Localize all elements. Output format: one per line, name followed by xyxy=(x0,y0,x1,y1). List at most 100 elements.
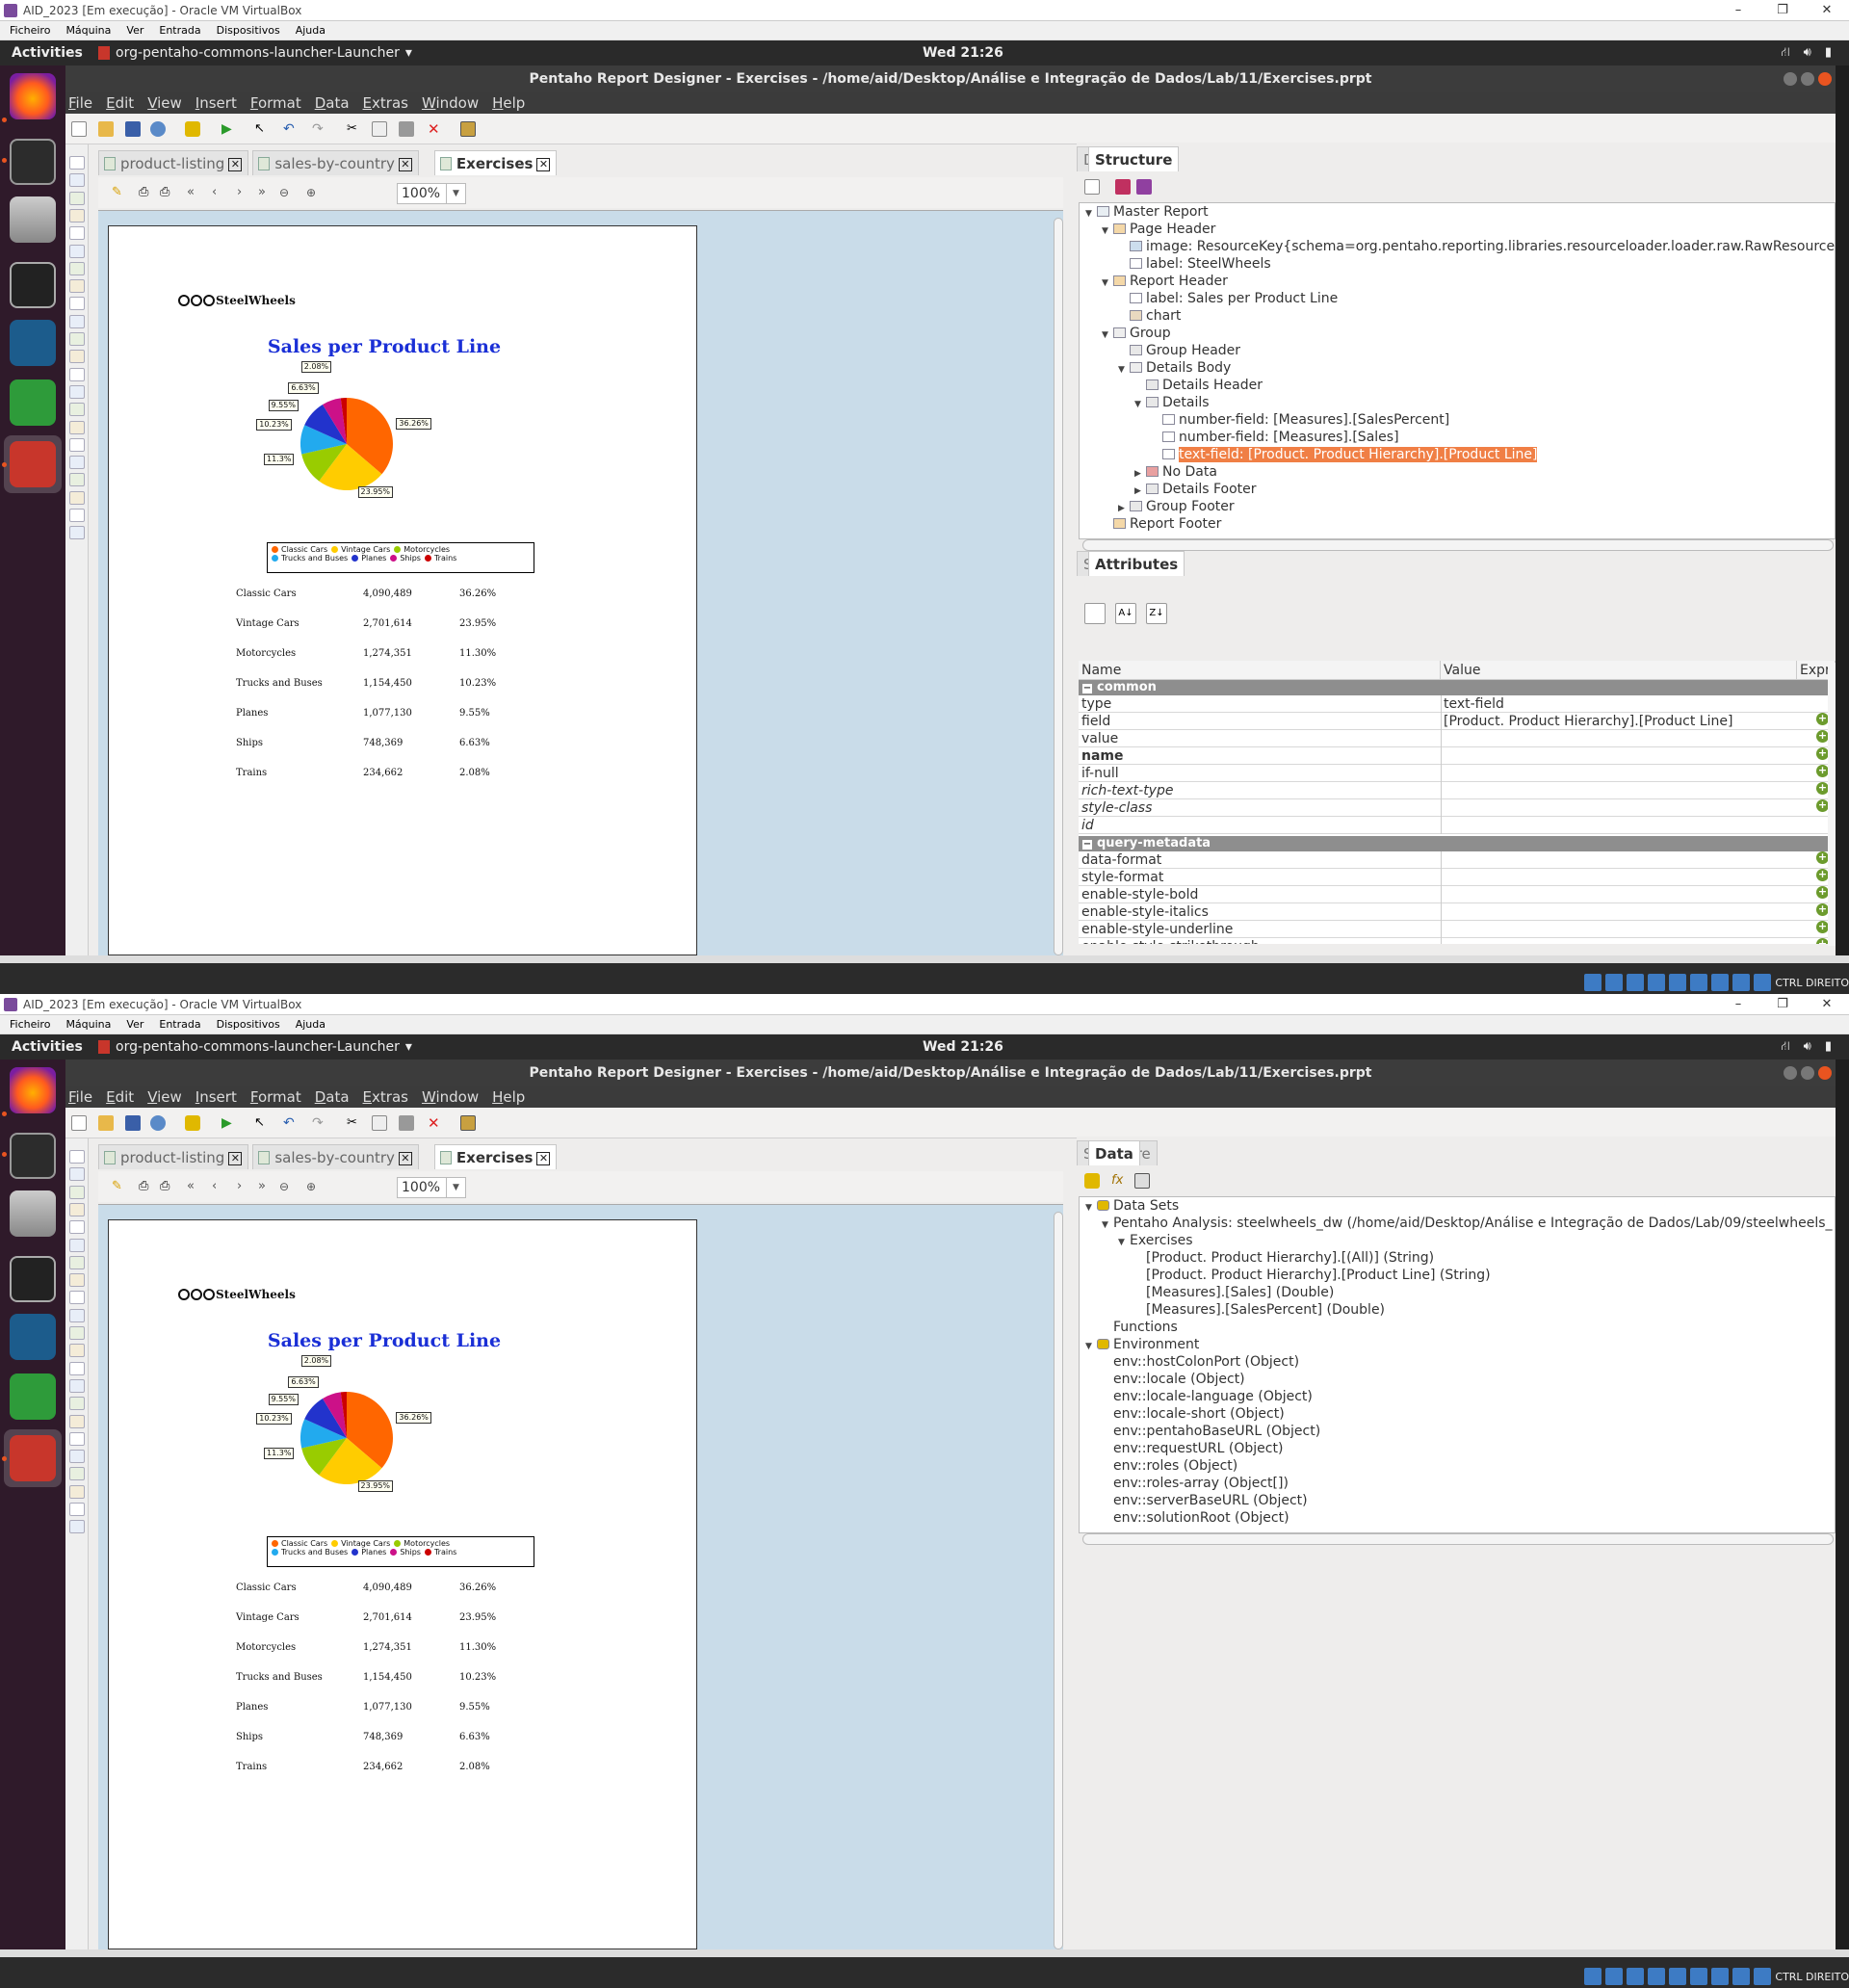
close-tab-icon[interactable]: ✕ xyxy=(228,1151,243,1165)
resource-label-icon[interactable] xyxy=(69,244,85,258)
message-field-icon[interactable] xyxy=(69,1220,85,1235)
rectangle-icon[interactable] xyxy=(69,1326,85,1340)
subreport-icon[interactable] xyxy=(69,1450,85,1464)
tree-node[interactable]: env::roles (Object) xyxy=(1102,1457,1237,1475)
tree-horizontal-scrollbar[interactable] xyxy=(1082,1533,1834,1545)
select-icon[interactable]: ↖ xyxy=(254,121,270,137)
chart-icon[interactable] xyxy=(69,403,85,417)
survey-scale-icon[interactable] xyxy=(69,384,85,399)
recording-icon[interactable] xyxy=(1711,1968,1730,1985)
index-icon[interactable] xyxy=(69,1484,85,1499)
attribute-value[interactable] xyxy=(1441,730,1444,747)
tree-node[interactable]: Report Footer xyxy=(1102,515,1221,533)
expander-icon[interactable]: ▼ xyxy=(1102,1216,1113,1234)
optical-drive-icon[interactable] xyxy=(1605,974,1624,991)
image-field-icon[interactable] xyxy=(69,1273,85,1288)
tree-node[interactable]: [Measures].[SalesPercent] (Double) xyxy=(1134,1301,1385,1319)
clock[interactable]: Wed 21:26 xyxy=(923,40,1003,65)
tree-node[interactable]: env::serverBaseURL (Object) xyxy=(1102,1492,1308,1509)
vertical-line-icon[interactable] xyxy=(69,1361,85,1375)
expander-icon[interactable]: ▼ xyxy=(1118,1234,1130,1251)
attribute-row[interactable]: if-null + xyxy=(1079,765,1836,782)
open-icon[interactable] xyxy=(98,121,114,137)
last-page-icon[interactable]: » xyxy=(258,1179,273,1194)
canvas-scrollbar[interactable] xyxy=(1054,1212,1063,1949)
zoom-select[interactable]: 100% ▼ xyxy=(397,183,466,204)
report-designer-icon[interactable] xyxy=(10,1435,56,1481)
expander-icon[interactable]: ▼ xyxy=(1102,327,1113,344)
expander-icon[interactable]: ▼ xyxy=(1134,396,1146,413)
delete-icon[interactable]: ✕ xyxy=(428,121,443,137)
tree-node[interactable]: ▼ Master Report xyxy=(1085,203,1209,221)
sort-descending-icon[interactable]: Z↓ xyxy=(1146,603,1167,624)
number-field-icon[interactable] xyxy=(69,191,85,205)
resource-label-icon[interactable] xyxy=(69,1238,85,1252)
menu-extras[interactable]: Extras xyxy=(363,92,408,114)
attribute-value[interactable] xyxy=(1441,747,1444,765)
content-icon[interactable] xyxy=(69,1520,85,1534)
vb-menu-ficheiro[interactable]: Ficheiro xyxy=(10,21,50,39)
cut-icon[interactable]: ✂ xyxy=(347,121,362,137)
mysql-workbench-icon[interactable] xyxy=(10,1314,56,1360)
expander-icon[interactable]: ▼ xyxy=(1102,275,1113,292)
save-icon[interactable] xyxy=(125,1115,141,1131)
menu-view[interactable]: View xyxy=(147,92,182,114)
tab-sales-by-country[interactable]: sales-by-country ✕ xyxy=(252,1144,419,1169)
rectangle-icon[interactable] xyxy=(69,332,85,346)
tree-node[interactable]: Group Header xyxy=(1118,342,1240,359)
undo-icon[interactable]: ↶ xyxy=(283,121,299,137)
save-icon[interactable] xyxy=(125,121,141,137)
menu-help[interactable]: Help xyxy=(492,1086,525,1108)
tree-node[interactable]: ▶ Details Footer xyxy=(1134,481,1257,498)
delete-icon[interactable]: ✕ xyxy=(428,1115,443,1131)
files-icon[interactable] xyxy=(10,196,56,243)
barcode-icon[interactable] xyxy=(69,420,85,434)
next-page-icon[interactable]: › xyxy=(237,185,252,200)
menu-window[interactable]: Window xyxy=(422,1086,479,1108)
page-setup-icon[interactable]: ⎙ xyxy=(139,1179,154,1194)
tree-node[interactable]: env::locale (Object) xyxy=(1102,1371,1245,1388)
run-icon[interactable]: ▶ xyxy=(221,121,237,137)
group-icon[interactable] xyxy=(1084,603,1106,624)
menu-insert[interactable]: Insert xyxy=(195,92,237,114)
subreport-icon[interactable] xyxy=(69,456,85,470)
menu-data[interactable]: Data xyxy=(315,1086,350,1108)
attribute-row[interactable]: data-format + xyxy=(1079,851,1836,869)
menu-data[interactable]: Data xyxy=(315,92,350,114)
menu-edit[interactable]: Edit xyxy=(106,92,134,114)
close-button[interactable]: ✕ xyxy=(1805,994,1849,1015)
system-tray[interactable]: ⛙ 🔊︎ ▮ xyxy=(1782,40,1833,65)
copy-icon[interactable] xyxy=(372,1115,387,1131)
horizontal-line-icon[interactable] xyxy=(69,1344,85,1358)
grid-scrollbar[interactable] xyxy=(1828,663,1836,946)
attribute-row[interactable]: enable-style-underline + xyxy=(1079,921,1836,938)
attribute-row[interactable]: enable-style-bold + xyxy=(1079,886,1836,903)
data-source-icon[interactable] xyxy=(185,121,200,137)
activities-button[interactable]: Activities xyxy=(12,40,83,65)
vb-menu-ver[interactable]: Ver xyxy=(126,21,143,39)
horizontal-line-icon[interactable] xyxy=(69,350,85,364)
column-value[interactable]: Value xyxy=(1441,661,1797,680)
attribute-row[interactable]: name + xyxy=(1079,747,1836,765)
display-icon[interactable] xyxy=(1690,974,1708,991)
tab-structure[interactable]: Structure xyxy=(1088,146,1180,171)
minimize-window-button[interactable] xyxy=(1784,1066,1797,1080)
close-tab-icon[interactable]: ✕ xyxy=(536,1151,551,1165)
tree-node[interactable]: [Product. Product Hierarchy].[Product Li… xyxy=(1134,1267,1491,1284)
publish-icon[interactable] xyxy=(150,121,166,137)
tree-node[interactable]: image: ResourceKey{schema=org.pentaho.re… xyxy=(1118,238,1835,255)
table-of-contents-icon[interactable] xyxy=(69,1467,85,1481)
parameter-icon[interactable] xyxy=(1134,1173,1150,1189)
message-field-icon[interactable] xyxy=(69,226,85,241)
activities-button[interactable]: Activities xyxy=(12,1034,83,1059)
previous-page-icon[interactable]: ‹ xyxy=(212,185,227,200)
shared-folders-icon[interactable] xyxy=(1669,1968,1687,1985)
sparkline-icon[interactable] xyxy=(69,1503,85,1516)
attribute-value[interactable] xyxy=(1441,799,1444,817)
close-tab-icon[interactable]: ✕ xyxy=(398,1151,412,1165)
network-adapter-icon[interactable] xyxy=(1648,1968,1666,1985)
vb-menu-maquina[interactable]: Máquina xyxy=(65,1015,111,1033)
maximize-window-button[interactable] xyxy=(1801,1066,1814,1080)
minimize-button[interactable]: – xyxy=(1716,994,1760,1015)
content-icon[interactable] xyxy=(69,526,85,540)
